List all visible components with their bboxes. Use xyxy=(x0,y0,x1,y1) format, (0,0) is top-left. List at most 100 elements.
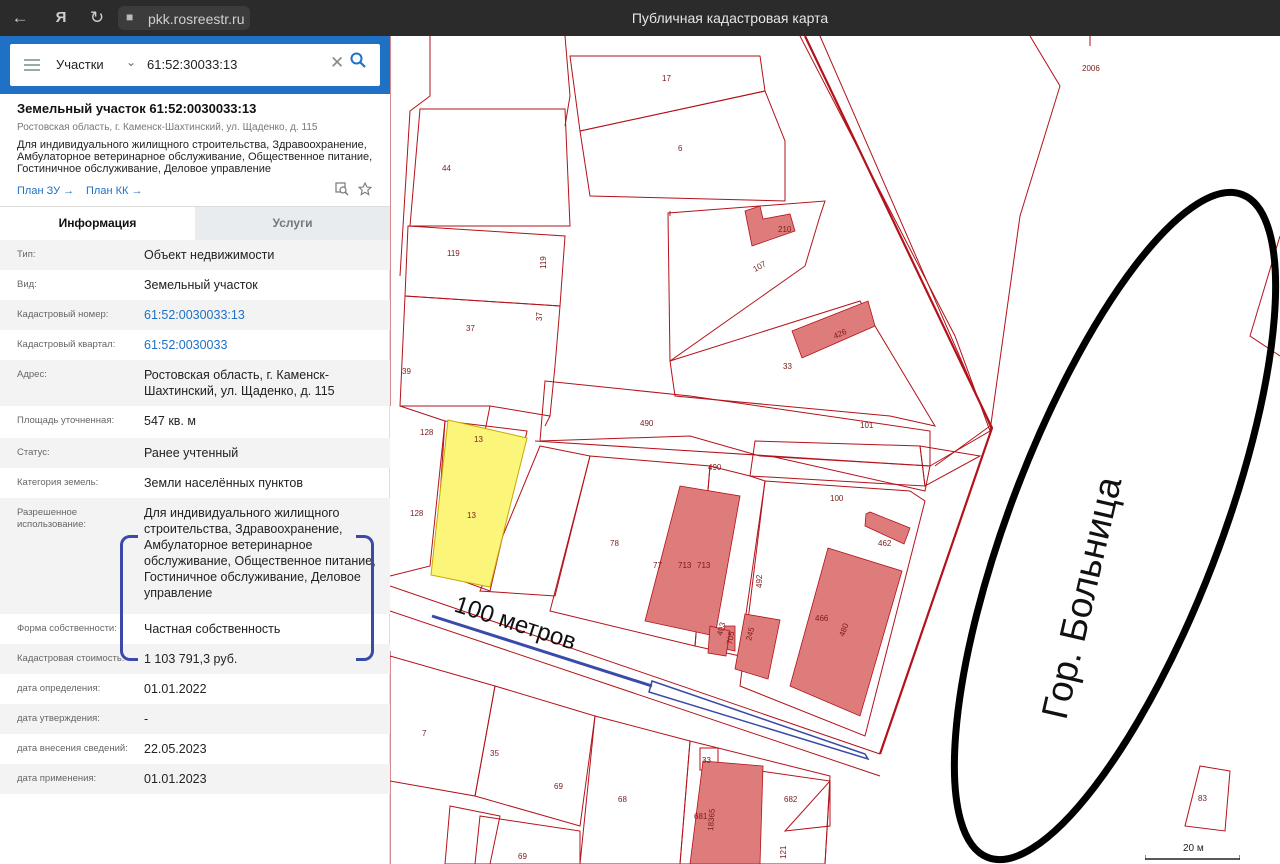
object-address: Ростовская область, г. Каменск-Шахтински… xyxy=(17,122,318,133)
info-value: Объект недвижимости xyxy=(144,248,275,262)
parcel-label: 77 xyxy=(653,561,662,570)
parcel-label: 100 xyxy=(830,494,844,503)
parcel-label: 713 xyxy=(678,561,692,570)
info-row: дата утверждения: - xyxy=(0,704,390,734)
parcel-label: 713 xyxy=(697,561,711,570)
info-row: Кадастровый номер: 61:52:0030033:13 xyxy=(0,300,390,330)
parcel-label: 37 xyxy=(535,312,544,321)
info-label: Категория земель: xyxy=(17,477,99,488)
search-icon[interactable] xyxy=(350,52,366,73)
info-label: Кадастровый номер: xyxy=(17,309,109,320)
info-row: Кадастровый квартал: 61:52:0030033 xyxy=(0,330,390,360)
search-box[interactable]: Участки ⌄ 61:52:30033:13 ✕ xyxy=(10,44,380,86)
map-canvas[interactable]: 100 метров Гор. Больница 2006 17 6 44 210 107… xyxy=(390,36,1280,864)
tab-information[interactable]: Информация xyxy=(0,207,195,240)
zoom-to-icon[interactable] xyxy=(335,182,349,199)
plan-zu-link[interactable]: План ЗУ → xyxy=(17,185,74,197)
info-label: дата применения: xyxy=(17,773,97,784)
parcel-label: 78 xyxy=(610,539,619,548)
info-value-link[interactable]: 61:52:0030033:13 xyxy=(144,307,376,323)
parcel-label: 681 xyxy=(694,812,708,821)
object-permitted-use: Для индивидуального жилищного строительс… xyxy=(17,139,373,175)
info-value: Земли населённых пунктов xyxy=(144,476,303,490)
info-value: Для индивидуального жилищного строительс… xyxy=(144,506,376,600)
info-row: Площадь уточненная: 547 кв. м xyxy=(0,406,390,438)
parcel-label: 492 xyxy=(755,574,764,588)
parcel-label: 6 xyxy=(678,144,683,153)
info-row: Адрес: Ростовская область, г. Каменск-Шах… xyxy=(0,360,390,406)
object-header: Земельный участок 61:52:0030033:13 Росто… xyxy=(0,94,390,206)
info-row: Разрешенное использование: Для индивидуал… xyxy=(0,498,390,614)
info-label: Разрешенное использование: xyxy=(17,507,87,530)
distance-annotation: 100 метров xyxy=(451,591,579,656)
parcel-label: 107 xyxy=(752,259,769,274)
info-value: Ранее учтенный xyxy=(144,446,239,460)
parcel-label: 35 xyxy=(490,749,499,758)
chevron-down-icon[interactable]: ⌄ xyxy=(126,55,136,69)
page-title: Публичная кадастровая карта xyxy=(631,10,829,26)
info-row: Статус: Ранее учтенный xyxy=(0,438,390,468)
info-row: Тип: Объект недвижимости xyxy=(0,240,390,270)
search-bar: Участки ⌄ 61:52:30033:13 ✕ ‹ xyxy=(0,36,403,94)
parcel-label: 2006 xyxy=(1082,64,1100,73)
tab-services[interactable]: Услуги xyxy=(195,207,390,240)
parcel-label: 13 xyxy=(467,511,476,520)
search-type-select[interactable]: Участки xyxy=(56,57,104,72)
parcel-label: 121 xyxy=(779,845,788,859)
hospital-annotation: Гор. Больница xyxy=(1034,472,1130,722)
parcel-label: 39 xyxy=(402,367,411,376)
browser-toolbar: ← Я ↻ ■ pkk.rosreestr.ru Публичная кадас… xyxy=(0,0,1280,36)
info-label: дата внесения сведений: xyxy=(17,743,128,754)
info-row: Вид: Земельный участок xyxy=(0,270,390,300)
parcel-label: 68 xyxy=(618,795,627,804)
info-label: Форма собственности: xyxy=(17,623,117,634)
parcel-label: 7 xyxy=(422,729,427,738)
object-title: Земельный участок 61:52:0030033:13 xyxy=(17,101,257,116)
parcel-label: 462 xyxy=(878,539,892,548)
info-row: Форма собственности: Частная собственност… xyxy=(0,614,390,644)
cadastral-map[interactable]: 100 метров Гор. Больница 2006 17 6 44 210 107… xyxy=(390,36,1280,864)
parcel-label: 682 xyxy=(784,795,798,804)
annotation-bracket-right xyxy=(356,535,374,661)
parcel-label: 37 xyxy=(466,324,475,333)
star-icon[interactable] xyxy=(357,181,373,199)
info-label: дата определения: xyxy=(17,683,101,694)
parcel-label: 128 xyxy=(420,428,434,437)
parcel-label: 83 xyxy=(1198,794,1207,803)
clear-icon[interactable]: ✕ xyxy=(330,53,344,73)
tabs: Информация Услуги xyxy=(0,206,390,240)
parcel-label: 210 xyxy=(778,225,792,234)
parcel-label: 44 xyxy=(442,164,451,173)
info-table: Тип: Объект недвижимости Вид: Земельный уча… xyxy=(0,240,390,794)
info-row: Категория земель: Земли населённых пункто… xyxy=(0,468,390,498)
parcel-label: 33 xyxy=(702,756,711,765)
info-value: 1 103 791,3 руб. xyxy=(144,652,238,666)
annotation-bracket-left xyxy=(120,535,138,661)
parcel-label: 101 xyxy=(860,421,874,430)
parcel-label: 69 xyxy=(518,852,527,861)
parcel-label: 119 xyxy=(539,256,548,269)
info-value: 547 кв. м xyxy=(144,414,196,428)
info-value: - xyxy=(144,712,149,726)
parcel-label: 119 xyxy=(447,249,460,258)
map-scale: 20 м xyxy=(1145,843,1240,860)
info-value: Частная собственность xyxy=(144,622,281,636)
info-value-link[interactable]: 61:52:0030033 xyxy=(144,337,376,353)
info-label: Адрес: xyxy=(17,369,47,380)
info-label: Площадь уточненная: xyxy=(17,415,115,426)
info-label: Вид: xyxy=(17,279,37,290)
info-value: Ростовская область, г. Каменск-Шахтински… xyxy=(144,368,335,398)
parcel-label: 128 xyxy=(410,509,424,518)
info-label: Кадастровый квартал: xyxy=(17,339,116,350)
menu-icon[interactable] xyxy=(24,59,40,71)
parcel-label: 466 xyxy=(815,614,829,623)
info-value: Земельный участок xyxy=(144,278,258,292)
info-row: дата применения: 01.01.2023 xyxy=(0,764,390,794)
info-value: 01.01.2022 xyxy=(144,682,207,696)
info-label: Статус: xyxy=(17,447,50,458)
info-label: Кадастровая стоимость: xyxy=(17,653,125,664)
plan-kk-link[interactable]: План КК → xyxy=(86,185,142,197)
search-input[interactable]: 61:52:30033:13 xyxy=(147,57,237,72)
info-label: Тип: xyxy=(17,249,36,260)
info-row: дата определения: 01.01.2022 xyxy=(0,674,390,704)
